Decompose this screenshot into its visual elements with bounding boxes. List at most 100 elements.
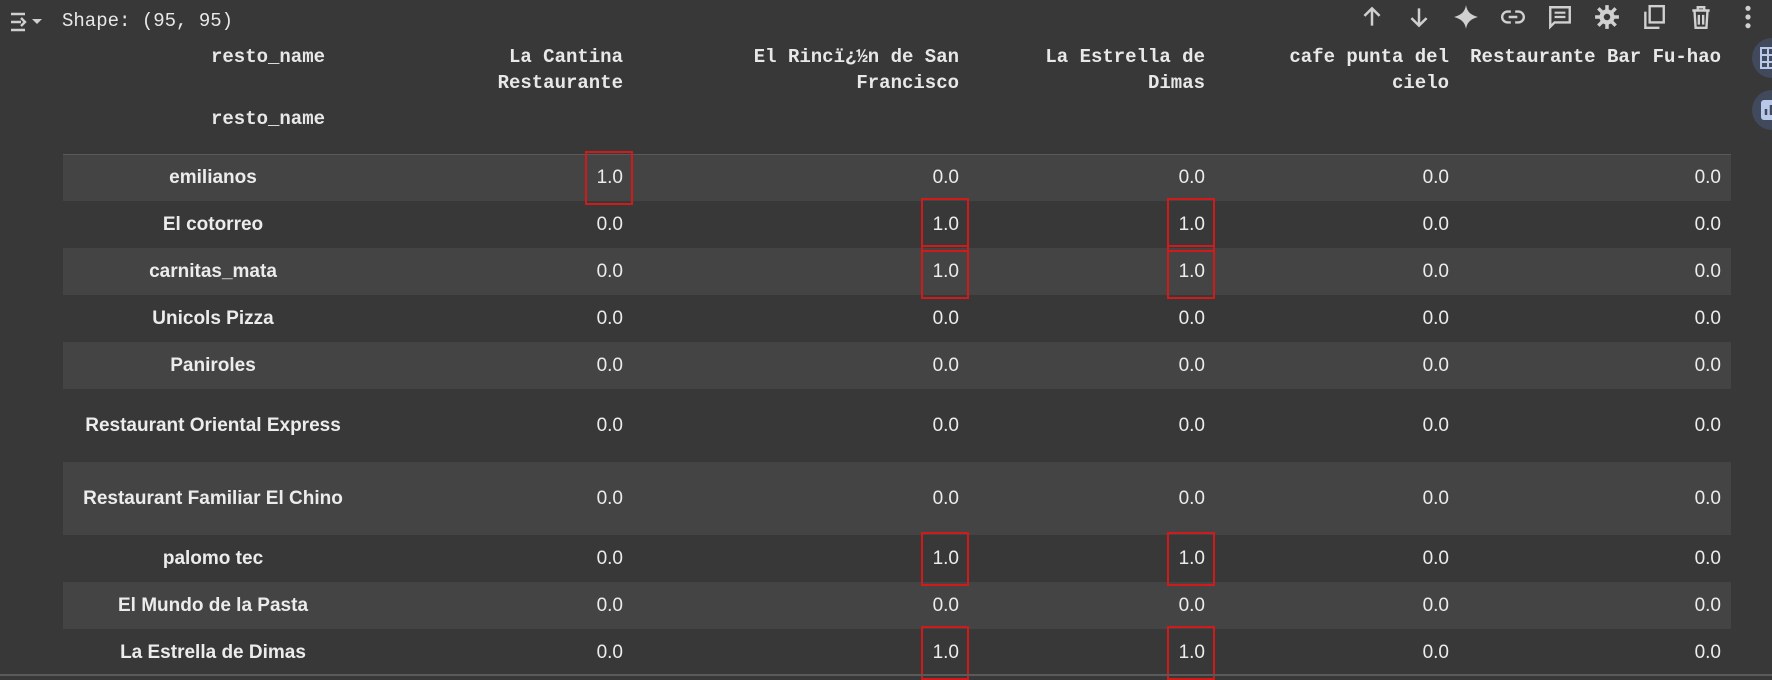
table-row: El cotorreo 0.0 1.0 1.0 0.0 0.0: [63, 197, 1731, 252]
highlight-box: 1.0: [920, 197, 970, 252]
highlight-box: 1.0: [920, 531, 970, 586]
table-cell: 0.0: [1422, 414, 1449, 436]
table-cell: 0.0: [596, 414, 623, 436]
highlight-box: 1.0: [920, 244, 970, 299]
column-header: La Estrella de Dimas: [1045, 46, 1205, 94]
table-row: carnitas_mata 0.0 1.0 1.0 0.0 0.0: [63, 244, 1731, 299]
highlight-box: 1.0: [1166, 531, 1216, 586]
table-cell: 0.0: [1694, 594, 1721, 616]
row-label: carnitas_mata: [149, 260, 277, 282]
highlight-box: 1.0: [1166, 197, 1216, 252]
row-label: palomo tec: [162, 547, 264, 569]
table-row: Restaurant Oriental Express 0.0 0.0 0.0 …: [63, 389, 1731, 462]
table-cell: 0.0: [1694, 354, 1721, 376]
cell-toolbar: [1340, 0, 1772, 34]
dataframe-table: resto_name La Cantina Restaurante El Rin…: [63, 38, 1731, 680]
table-view-icon[interactable]: [1752, 38, 1772, 78]
link-icon[interactable]: [1489, 0, 1536, 34]
table-cell: 0.0: [596, 307, 623, 329]
table-cell: 0.0: [1422, 354, 1449, 376]
table-row: La Estrella de Dimas 0.0 1.0 1.0 0.0 0.0: [63, 625, 1731, 680]
table-cell: 0.0: [1422, 307, 1449, 329]
highlight-box: 1.0: [1166, 244, 1216, 299]
table-cell: 1.0: [633, 625, 970, 680]
table-row: Unicols Pizza 0.0 0.0 0.0 0.0 0.0: [63, 295, 1731, 342]
trash-icon[interactable]: [1678, 0, 1725, 34]
table-cell: 0.0: [1178, 166, 1205, 188]
table-cell: 0.0: [1694, 307, 1721, 329]
table-cell: 1.0: [969, 197, 1216, 252]
table-cell: 0.0: [596, 354, 623, 376]
sparkle-icon[interactable]: [1442, 0, 1489, 34]
table-row: emilianos 1.0 0.0 0.0 0.0 0.0: [63, 150, 1731, 205]
highlight-box: 1.0: [1166, 625, 1216, 680]
table-cell: 0.0: [932, 307, 959, 329]
table-cell: 0.0: [932, 166, 959, 188]
table-cell: 0.0: [932, 414, 959, 436]
table-cell: 1.0: [633, 197, 970, 252]
divider: [0, 674, 1772, 676]
table-row: El Mundo de la Pasta 0.0 0.0 0.0 0.0 0.0: [63, 582, 1731, 629]
table-cell: 1.0: [633, 244, 970, 299]
column-header: La Cantina Restaurante: [497, 46, 623, 94]
chart-suggest-icon[interactable]: [1752, 90, 1772, 130]
table-cell: 1.0: [969, 625, 1216, 680]
row-label: emilianos: [169, 166, 257, 188]
table-cell: 1.0: [969, 244, 1216, 299]
table-cell: 0.0: [1422, 594, 1449, 616]
output-toggle-icon[interactable]: [8, 8, 44, 36]
copy-icon[interactable]: [1631, 0, 1678, 34]
table-cell: 0.0: [596, 547, 623, 569]
table-cell: 0.0: [1694, 414, 1721, 436]
more-icon[interactable]: [1725, 0, 1772, 34]
table-cell: 0.0: [1178, 594, 1205, 616]
table-cell: 1.0: [363, 150, 634, 205]
table-cell: 0.0: [1178, 307, 1205, 329]
table-row: Paniroles 0.0 0.0 0.0 0.0 0.0: [63, 342, 1731, 389]
table-row: palomo tec 0.0 1.0 1.0 0.0 0.0: [63, 531, 1731, 586]
highlight-box: 1.0: [920, 625, 970, 680]
table-cell: 0.0: [1422, 641, 1449, 663]
table-cell: 0.0: [596, 487, 623, 509]
row-label: Restaurant Oriental Express: [85, 414, 341, 436]
table-cell: 0.0: [1422, 166, 1449, 188]
table-cell: 0.0: [1422, 260, 1449, 282]
arrow-up-icon[interactable]: [1348, 0, 1395, 34]
column-header: Restaurante Bar Fu-hao: [1470, 46, 1721, 68]
table-cell: 0.0: [1694, 487, 1721, 509]
table-cell: 0.0: [1178, 414, 1205, 436]
table-cell: 1.0: [633, 531, 970, 586]
table-row: Restaurant Familiar El Chino 0.0 0.0 0.0…: [63, 462, 1731, 535]
index-name-label: resto_name: [210, 108, 326, 130]
table-cell: 0.0: [1694, 213, 1721, 235]
index-name-header: resto_name: [210, 46, 326, 68]
table-cell: 0.0: [1422, 487, 1449, 509]
row-label: Paniroles: [170, 354, 256, 376]
row-label: La Estrella de Dimas: [120, 641, 306, 663]
table-cell: 0.0: [1178, 487, 1205, 509]
table-cell: 0.0: [1422, 547, 1449, 569]
table-cell: 0.0: [1422, 213, 1449, 235]
row-label: El Mundo de la Pasta: [117, 594, 309, 616]
column-header: El Rincï¿½n de San Francisco: [753, 46, 959, 94]
table-cell: 0.0: [596, 260, 623, 282]
comment-icon[interactable]: [1536, 0, 1583, 34]
table-cell: 0.0: [596, 213, 623, 235]
row-label: El cotorreo: [162, 213, 264, 235]
table-cell: 0.0: [1694, 166, 1721, 188]
table-cell: 0.0: [1178, 354, 1205, 376]
arrow-down-icon[interactable]: [1395, 0, 1442, 34]
shape-output-text: Shape: (95, 95): [62, 10, 234, 32]
table-cell: 0.0: [932, 487, 959, 509]
table-cell: 0.0: [932, 594, 959, 616]
table-cell: 0.0: [1694, 641, 1721, 663]
table-cell: 0.0: [596, 594, 623, 616]
table-cell: 0.0: [596, 641, 623, 663]
row-label: Restaurant Familiar El Chino: [83, 487, 343, 509]
table-cell: 0.0: [932, 354, 959, 376]
highlight-box: 1.0: [584, 150, 634, 205]
gear-icon[interactable]: [1584, 0, 1631, 34]
table-cell: 0.0: [1694, 260, 1721, 282]
table-cell: 0.0: [1694, 547, 1721, 569]
column-header: cafe punta del cielo: [1289, 46, 1449, 94]
